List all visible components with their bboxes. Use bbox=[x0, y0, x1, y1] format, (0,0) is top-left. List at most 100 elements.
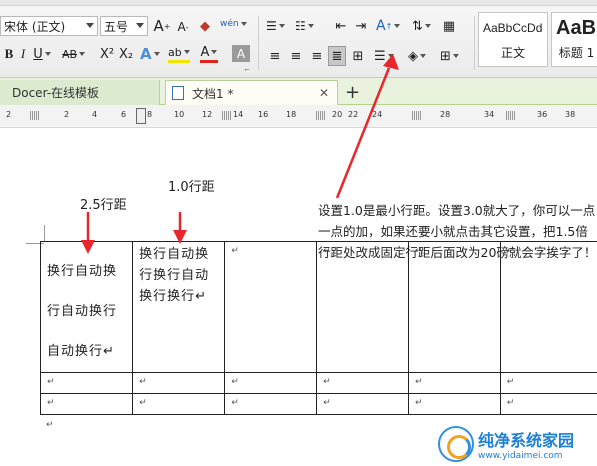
style-label: 正文 bbox=[500, 46, 525, 60]
document-table[interactable]: 换行自动换 行自动换行 自动换行↵ 换行自动换 行换行自动 换行换行↵ ↵ ↵ … bbox=[39, 241, 597, 415]
tab-document[interactable]: 文档1 * ✕ bbox=[165, 80, 338, 105]
numbering-button[interactable]: ☷ bbox=[295, 16, 314, 36]
shrink-font-button[interactable]: A- bbox=[174, 17, 192, 37]
horizontal-ruler[interactable]: 2 2 4 6 8 10 12 14 16 18 20 22 24 28 34 … bbox=[0, 105, 597, 128]
shading-button[interactable]: ◈ bbox=[408, 46, 426, 66]
table-cell[interactable]: ↵ bbox=[224, 241, 318, 373]
table-cell[interactable]: ↵ bbox=[407, 372, 501, 394]
char-shading-button[interactable]: A bbox=[232, 45, 250, 62]
dialog-launcher-icon[interactable]: ⌐ bbox=[244, 66, 250, 74]
borders-button[interactable]: ⊞ bbox=[440, 46, 459, 66]
table-button[interactable]: ▦ bbox=[440, 16, 458, 36]
underline-button[interactable]: U bbox=[33, 44, 51, 64]
red-arrow-1.0 bbox=[173, 212, 187, 244]
paragraph-mark: ↵ bbox=[323, 398, 331, 408]
site-watermark: 纯净系统家园 www.yidaimei.com bbox=[438, 426, 574, 462]
cell-line: 行自动换行 bbox=[47, 304, 118, 319]
shrink-font-icon: A bbox=[177, 20, 186, 34]
highlight-button[interactable]: ab bbox=[168, 44, 190, 63]
align-center-button[interactable]: ≡ bbox=[287, 46, 305, 66]
style-heading-1[interactable]: AaB 标题 1 bbox=[551, 12, 597, 67]
table-cell[interactable]: ↵ bbox=[224, 393, 318, 415]
table-cell[interactable]: ↵ bbox=[39, 393, 134, 415]
subscript-icon: X₂ bbox=[118, 46, 134, 62]
style-label: 标题 1 bbox=[558, 46, 595, 60]
table-cell[interactable]: ↵ bbox=[499, 372, 597, 394]
italic-icon: I bbox=[20, 46, 26, 61]
table-cell[interactable]: ↵ bbox=[39, 372, 134, 394]
font-size-value: 五号 bbox=[104, 19, 129, 34]
table-cell[interactable]: 换行自动换 行自动换行 自动换行↵ bbox=[39, 241, 134, 373]
decrease-indent-button[interactable]: ⇤ bbox=[332, 16, 350, 36]
font-color-button[interactable]: A bbox=[200, 44, 218, 63]
ruler-column-marker[interactable] bbox=[506, 111, 516, 120]
paragraph-mark: ↵ bbox=[47, 398, 55, 408]
table-cell[interactable]: ↵ bbox=[224, 372, 318, 394]
bold-icon: B bbox=[4, 46, 14, 61]
style-sample: AaB bbox=[556, 17, 597, 39]
increase-indent-icon: ⇥ bbox=[355, 18, 367, 34]
sort-button[interactable]: ⇅ bbox=[412, 16, 431, 36]
align-left-icon: ≡ bbox=[269, 48, 281, 64]
style-sample: AaBbCcDd bbox=[483, 21, 543, 35]
ruler-column-marker[interactable] bbox=[222, 111, 232, 120]
clear-format-button[interactable]: ◆ bbox=[196, 16, 214, 36]
indent-marker[interactable] bbox=[136, 108, 146, 124]
cell-line: 换行自动换 bbox=[47, 264, 118, 279]
increase-indent-button[interactable]: ⇥ bbox=[352, 16, 370, 36]
subscript-button[interactable]: X₂ bbox=[117, 44, 135, 64]
table-cell[interactable]: ↵ bbox=[407, 393, 501, 415]
chevron-down-icon bbox=[136, 23, 144, 28]
ruler-number: 2 bbox=[6, 110, 12, 119]
highlighter-icon: ab bbox=[168, 45, 182, 59]
paint-bucket-icon: ◈ bbox=[408, 48, 418, 64]
table-cell[interactable]: 换行自动换 行换行自动 换行换行↵ bbox=[132, 241, 226, 373]
phonetic-guide-button[interactable]: wén bbox=[220, 14, 247, 34]
char-shading-icon: A bbox=[236, 46, 246, 61]
annotation-callout: 设置1.0是最小行距。设置3.0就大了，你可以一点一点的加，如果还要小就点击其它… bbox=[318, 203, 597, 260]
align-right-button[interactable]: ≡ bbox=[308, 46, 326, 66]
cell-line: 换行自动换 bbox=[139, 247, 210, 262]
font-size-combo[interactable]: 五号 bbox=[100, 16, 148, 36]
paragraph-mark: ↵ bbox=[47, 377, 55, 387]
table-cell[interactable]: ↵ bbox=[132, 372, 226, 394]
ribbon-separator bbox=[474, 16, 475, 70]
strikethrough-button[interactable]: AB bbox=[62, 44, 85, 64]
paragraph-mark: ↵ bbox=[139, 398, 147, 408]
paragraph-mark: ↵ bbox=[414, 398, 423, 408]
bullet-list-icon: ☰ bbox=[266, 19, 277, 33]
watermark-url: www.yidaimei.com bbox=[478, 451, 563, 461]
ruler-number: 12 bbox=[202, 110, 213, 119]
align-left-button[interactable]: ≡ bbox=[266, 46, 284, 66]
table-row: ↵ ↵ ↵ ↵ ↵ ↵ bbox=[39, 393, 597, 415]
table-cell[interactable]: ↵ bbox=[316, 393, 409, 415]
ribbon-separator bbox=[258, 16, 259, 70]
grow-font-icon: A bbox=[153, 17, 164, 35]
table-cell[interactable]: ↵ bbox=[499, 393, 597, 415]
text-effect-icon: A bbox=[140, 45, 152, 63]
change-case-button[interactable]: A ↑ bbox=[376, 16, 400, 36]
paragraph-mark: ↵ bbox=[139, 377, 147, 387]
ruler-number: 14 bbox=[233, 110, 244, 119]
table-cell[interactable]: ↵ bbox=[316, 372, 409, 394]
chevron-down-icon bbox=[86, 23, 94, 28]
text-effect-button[interactable]: A bbox=[140, 44, 160, 64]
menu-bar-clipped bbox=[0, 0, 597, 6]
phonetic-icon: wén bbox=[220, 19, 239, 29]
italic-button[interactable]: I bbox=[14, 44, 32, 64]
ruler-column-marker[interactable] bbox=[412, 111, 422, 120]
ruler-number: 18 bbox=[286, 110, 297, 119]
bullets-button[interactable]: ☰ bbox=[266, 16, 285, 36]
style-normal[interactable]: AaBbCcDd 正文 bbox=[478, 12, 548, 67]
table-cell[interactable]: ↵ bbox=[132, 393, 226, 415]
label-1.0-line-spacing: 1.0行距 bbox=[168, 180, 215, 195]
font-name-combo[interactable]: 宋体 (正文) bbox=[0, 16, 98, 36]
ruler-margin-marker bbox=[30, 111, 40, 120]
tab-docer[interactable]: Docer-在线模板 bbox=[0, 80, 160, 105]
watermark-title: 纯净系统家园 bbox=[478, 431, 575, 450]
align-right-icon: ≡ bbox=[311, 48, 323, 64]
superscript-button[interactable]: X² bbox=[98, 44, 116, 64]
ruler-number: 4 bbox=[92, 110, 98, 119]
grow-font-button[interactable]: A + bbox=[153, 16, 171, 36]
ruler-number: 16 bbox=[258, 110, 269, 119]
